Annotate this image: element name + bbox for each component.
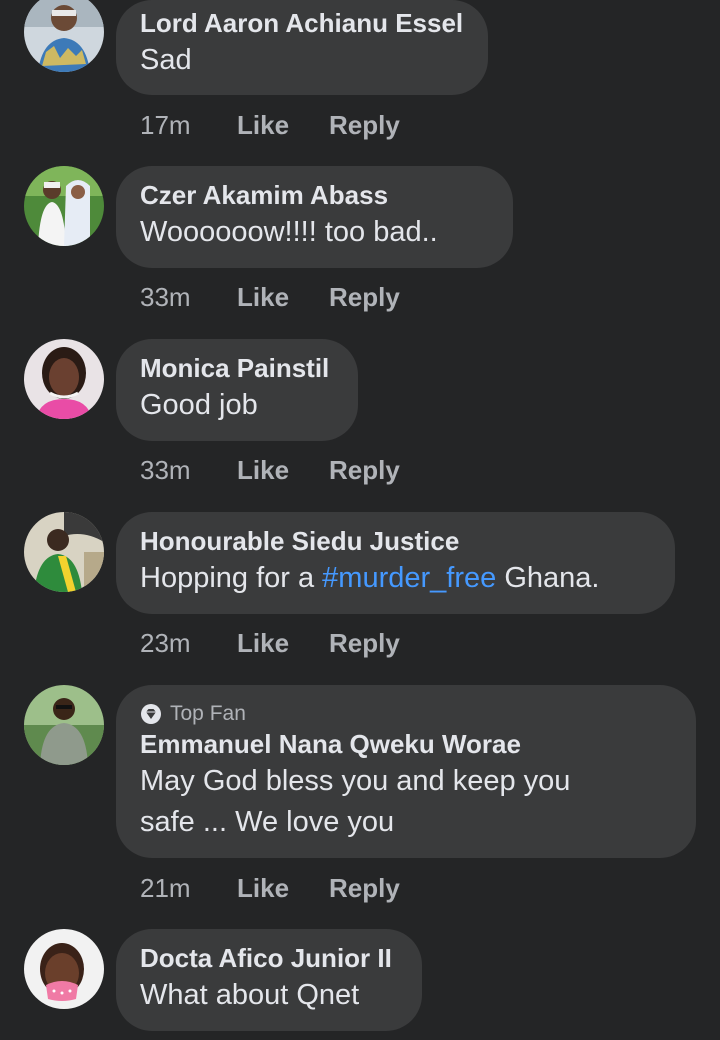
comment-timestamp[interactable]: 33m — [140, 455, 237, 485]
hashtag-link[interactable]: #murder_free — [322, 562, 496, 594]
reply-button[interactable]: Reply — [329, 873, 400, 903]
profile-photo — [24, 0, 104, 72]
comment-bubble: Docta Afico Junior II What about Qnet — [116, 929, 422, 1031]
like-button[interactable]: Like — [237, 110, 329, 140]
comment-timestamp[interactable]: 17m — [140, 110, 237, 140]
avatar[interactable] — [24, 929, 104, 1009]
comment-text: Good job — [140, 389, 258, 421]
comment-author[interactable]: Monica Painstil — [140, 353, 334, 383]
profile-photo — [24, 339, 104, 419]
comment-actions: 33m Like Reply — [140, 455, 400, 485]
comment-text: Hopping for a #murder_free Ghana. — [140, 558, 651, 599]
comment-actions: 33m Like Reply — [140, 282, 400, 312]
avatar[interactable] — [24, 512, 104, 592]
comment-actions: 23m Like Reply — [140, 628, 400, 658]
comment-bubble: Lord Aaron Achianu Essel Sad — [116, 0, 488, 95]
avatar[interactable] — [24, 339, 104, 419]
comment-text-part: Ghana. — [496, 562, 600, 594]
comment-author[interactable]: Honourable Siedu Justice — [140, 526, 651, 556]
comment-text: May God bless you and keep you — [140, 765, 571, 797]
like-button[interactable]: Like — [237, 873, 329, 903]
like-button[interactable]: Like — [237, 455, 329, 485]
comment-timestamp[interactable]: 21m — [140, 873, 237, 903]
comment-text: What about Qnet — [140, 979, 360, 1011]
like-button[interactable]: Like — [237, 628, 329, 658]
comment-bubble: Top Fan Emmanuel Nana Qweku Worae May Go… — [116, 685, 696, 858]
comment-actions: 21m Like Reply — [140, 873, 400, 903]
like-button[interactable]: Like — [237, 282, 329, 312]
comment-author[interactable]: Lord Aaron Achianu Essel — [140, 8, 464, 38]
top-fan-label: Top Fan — [170, 702, 246, 725]
comment-actions: 17m Like Reply — [140, 110, 400, 140]
comment-text: Sad — [140, 44, 192, 76]
avatar[interactable] — [24, 685, 104, 765]
comment-text-part: Hopping for a — [140, 562, 323, 594]
comment-bubble: Honourable Siedu Justice Hopping for a #… — [116, 512, 675, 614]
top-fan-badge: Top Fan — [140, 701, 672, 727]
comment-author[interactable]: Emmanuel Nana Qweku Worae — [140, 729, 672, 759]
reply-button[interactable]: Reply — [329, 628, 400, 658]
profile-photo — [24, 929, 104, 1009]
comment-text: Woooooow!!!! too bad.. — [140, 216, 438, 248]
avatar[interactable] — [24, 0, 104, 72]
profile-photo — [24, 685, 104, 765]
comment-bubble: Czer Akamim Abass Woooooow!!!! too bad.. — [116, 166, 513, 268]
comment-bubble: Monica Painstil Good job — [116, 339, 358, 441]
profile-photo — [24, 512, 104, 592]
comment-timestamp[interactable]: 23m — [140, 628, 237, 658]
comment-timestamp[interactable]: 33m — [140, 282, 237, 312]
reply-button[interactable]: Reply — [329, 455, 400, 485]
diamond-icon — [140, 703, 162, 725]
comment-author[interactable]: Docta Afico Junior II — [140, 943, 398, 973]
comment-text: safe ... We love you — [140, 806, 395, 838]
reply-button[interactable]: Reply — [329, 282, 400, 312]
comment-author[interactable]: Czer Akamim Abass — [140, 180, 489, 210]
reply-button[interactable]: Reply — [329, 110, 400, 140]
avatar[interactable] — [24, 166, 104, 246]
profile-photo — [24, 166, 104, 246]
